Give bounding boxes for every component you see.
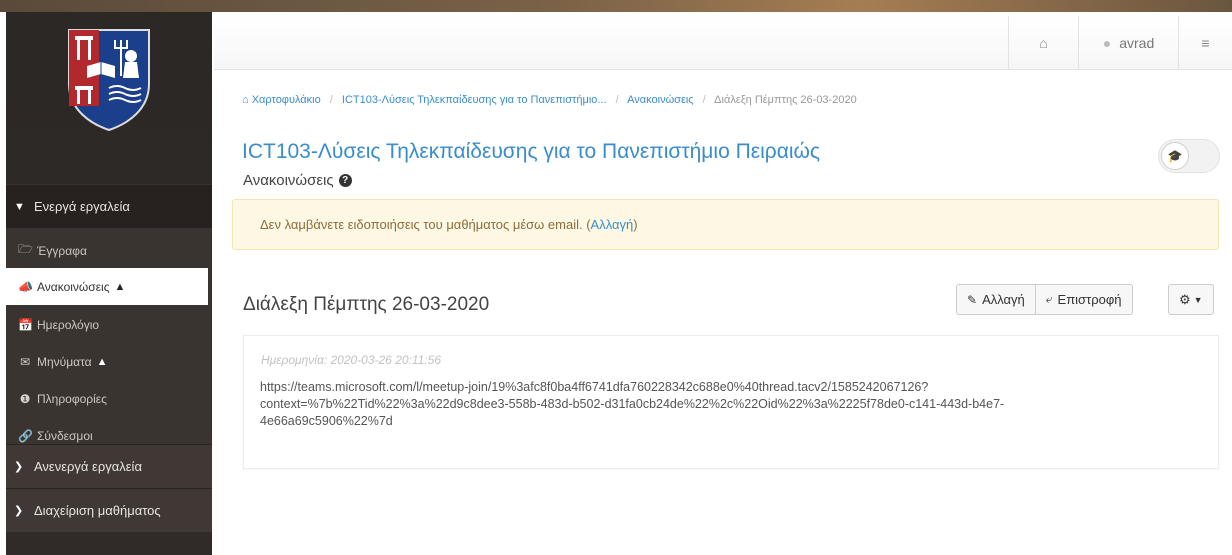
- sidebar-item-info[interactable]: ❶ Πληροφορίες: [6, 380, 212, 417]
- announcement-body: https://teams.microsoft.com/l/meetup-joi…: [260, 379, 1210, 430]
- gear-icon: ⚙: [1179, 291, 1191, 307]
- student-view-toggle[interactable]: 🎓: [1158, 139, 1220, 173]
- calendar-icon: 📅: [18, 317, 33, 332]
- top-header: ⌂ ● avrad ≡: [214, 16, 1232, 70]
- university-logo: [6, 12, 212, 170]
- sidebar-group-label: Ενεργά εργαλεία: [34, 199, 130, 214]
- caret-down-icon: ▼: [1193, 294, 1203, 305]
- sidebar-item-label: Ανακοινώσεις: [37, 279, 110, 294]
- breadcrumb-current: Διάλεξη Πέμπτης 26-03-2020: [714, 94, 857, 106]
- edit-icon: ✎: [967, 292, 978, 307]
- graduation-cap-icon: 🎓: [1161, 142, 1189, 170]
- breadcrumb-course[interactable]: ICT103-Λύσεις Τηλεκπαίδευσης για το Πανε…: [342, 94, 607, 106]
- edit-button[interactable]: ✎ Αλλαγή: [956, 284, 1036, 315]
- announcement-date: Ημερομηνία: 2020-03-26 20:11:56: [261, 353, 442, 367]
- more-actions: ⚙ ▼: [1168, 284, 1214, 315]
- sidebar-group-course-management[interactable]: ❯ Διαχείριση μαθήματος: [6, 488, 212, 532]
- envelope-icon: ✉: [19, 354, 31, 369]
- alert-change-link[interactable]: Αλλαγή: [591, 217, 634, 232]
- announcement-card: Ημερομηνία: 2020-03-26 20:11:56 https://…: [243, 335, 1219, 469]
- bullhorn-icon: 📣: [18, 279, 33, 294]
- sidebar-item-label: Έγγραφα: [37, 243, 87, 258]
- info-icon: ❶: [19, 391, 31, 406]
- sidebar: ▼ Ενεργά εργαλεία 🗁 Έγγραφα 📣 Ανακοινώσε…: [6, 12, 212, 555]
- top-decorative-band: [0, 0, 1232, 12]
- home-icon: ⌂: [242, 94, 252, 106]
- reply-icon: ⤶: [1045, 292, 1053, 306]
- user-menu-button[interactable]: ● avrad: [1078, 16, 1178, 70]
- gear-dropdown-button[interactable]: ⚙ ▼: [1168, 284, 1214, 315]
- alert-text: Δεν λαμβάνετε ειδοποιήσεις του μαθήματος…: [260, 217, 591, 232]
- page-title: ICT103-Λύσεις Τηλεκπαίδευσης για το Πανε…: [242, 140, 821, 163]
- help-icon[interactable]: ?: [338, 174, 352, 187]
- university-crest-icon: [68, 29, 150, 132]
- sidebar-item-label: Μηνύματα: [37, 354, 92, 369]
- announcement-body-line: 4e66a69c5906%22%7d: [260, 414, 393, 428]
- sidebar-item-label: Ημερολόγιο: [37, 317, 100, 332]
- sidebar-item-announcements[interactable]: 📣 Ανακοινώσεις ▲: [6, 268, 208, 305]
- sidebar-group-active-tools[interactable]: ▼ Ενεργά εργαλεία: [6, 184, 212, 228]
- link-icon: 🔗: [18, 428, 33, 443]
- section-title-text: Ανακοινώσεις: [243, 172, 334, 189]
- chevron-right-icon: ❯: [14, 505, 24, 517]
- email-notification-alert: Δεν λαμβάνετε ειδοποιήσεις του μαθήματος…: [232, 199, 1219, 250]
- sidebar-item-label: Πληροφορίες: [37, 391, 107, 406]
- announcement-body-line: https://teams.microsoft.com/l/meetup-joi…: [260, 380, 929, 394]
- back-button-label: Επιστροφή: [1057, 292, 1122, 307]
- sidebar-item-label: Σύνδεσμοι: [37, 428, 93, 443]
- sidebar-group-label: Διαχείριση μαθήματος: [34, 503, 161, 518]
- sliders-icon: ≡: [1201, 35, 1210, 51]
- breadcrumb-portfolio[interactable]: ⌂ Χαρτοφυλάκιο: [242, 94, 321, 106]
- user-name: avrad: [1119, 35, 1155, 51]
- announcement-body-line: context=%7b%22Tid%22%3a%22d9c8dee3-558b-…: [260, 397, 1005, 411]
- warning-icon: ▲: [114, 280, 126, 293]
- settings-button[interactable]: ≡: [1178, 16, 1232, 70]
- sidebar-item-documents[interactable]: 🗁 Έγγραφα: [6, 232, 212, 269]
- back-button[interactable]: ⤶ Επιστροφή: [1035, 284, 1133, 315]
- chevron-down-icon: ▼: [14, 200, 25, 213]
- warning-icon: ▲: [96, 355, 108, 368]
- alert-text-end: ): [633, 217, 638, 232]
- home-icon: ⌂: [1039, 35, 1048, 51]
- breadcrumb: ⌂ Χαρτοφυλάκιο / ICT103-Λύσεις Τηλεκπαίδ…: [242, 94, 857, 106]
- chevron-right-icon: ❯: [14, 461, 24, 473]
- sidebar-item-calendar[interactable]: 📅 Ημερολόγιο: [6, 306, 212, 343]
- home-button[interactable]: ⌂: [1008, 16, 1078, 70]
- breadcrumb-announcements[interactable]: Ανακοινώσεις: [627, 94, 693, 106]
- sidebar-group-inactive-tools[interactable]: ❯ Ανενεργά εργαλεία: [6, 444, 212, 488]
- folder-open-icon: 🗁: [18, 242, 33, 256]
- user-icon: ●: [1102, 35, 1112, 51]
- sidebar-item-messages[interactable]: ✉ Μηνύματα ▲: [6, 343, 212, 380]
- announcement-title: Διάλεξη Πέμπτης 26-03-2020: [243, 294, 490, 315]
- sidebar-group-label: Ανενεργά εργαλεία: [34, 459, 142, 474]
- edit-button-label: Αλλαγή: [982, 292, 1025, 307]
- announcement-actions: ✎ Αλλαγή ⤶ Επιστροφή: [956, 284, 1133, 315]
- section-title: Ανακοινώσεις ?: [243, 172, 352, 189]
